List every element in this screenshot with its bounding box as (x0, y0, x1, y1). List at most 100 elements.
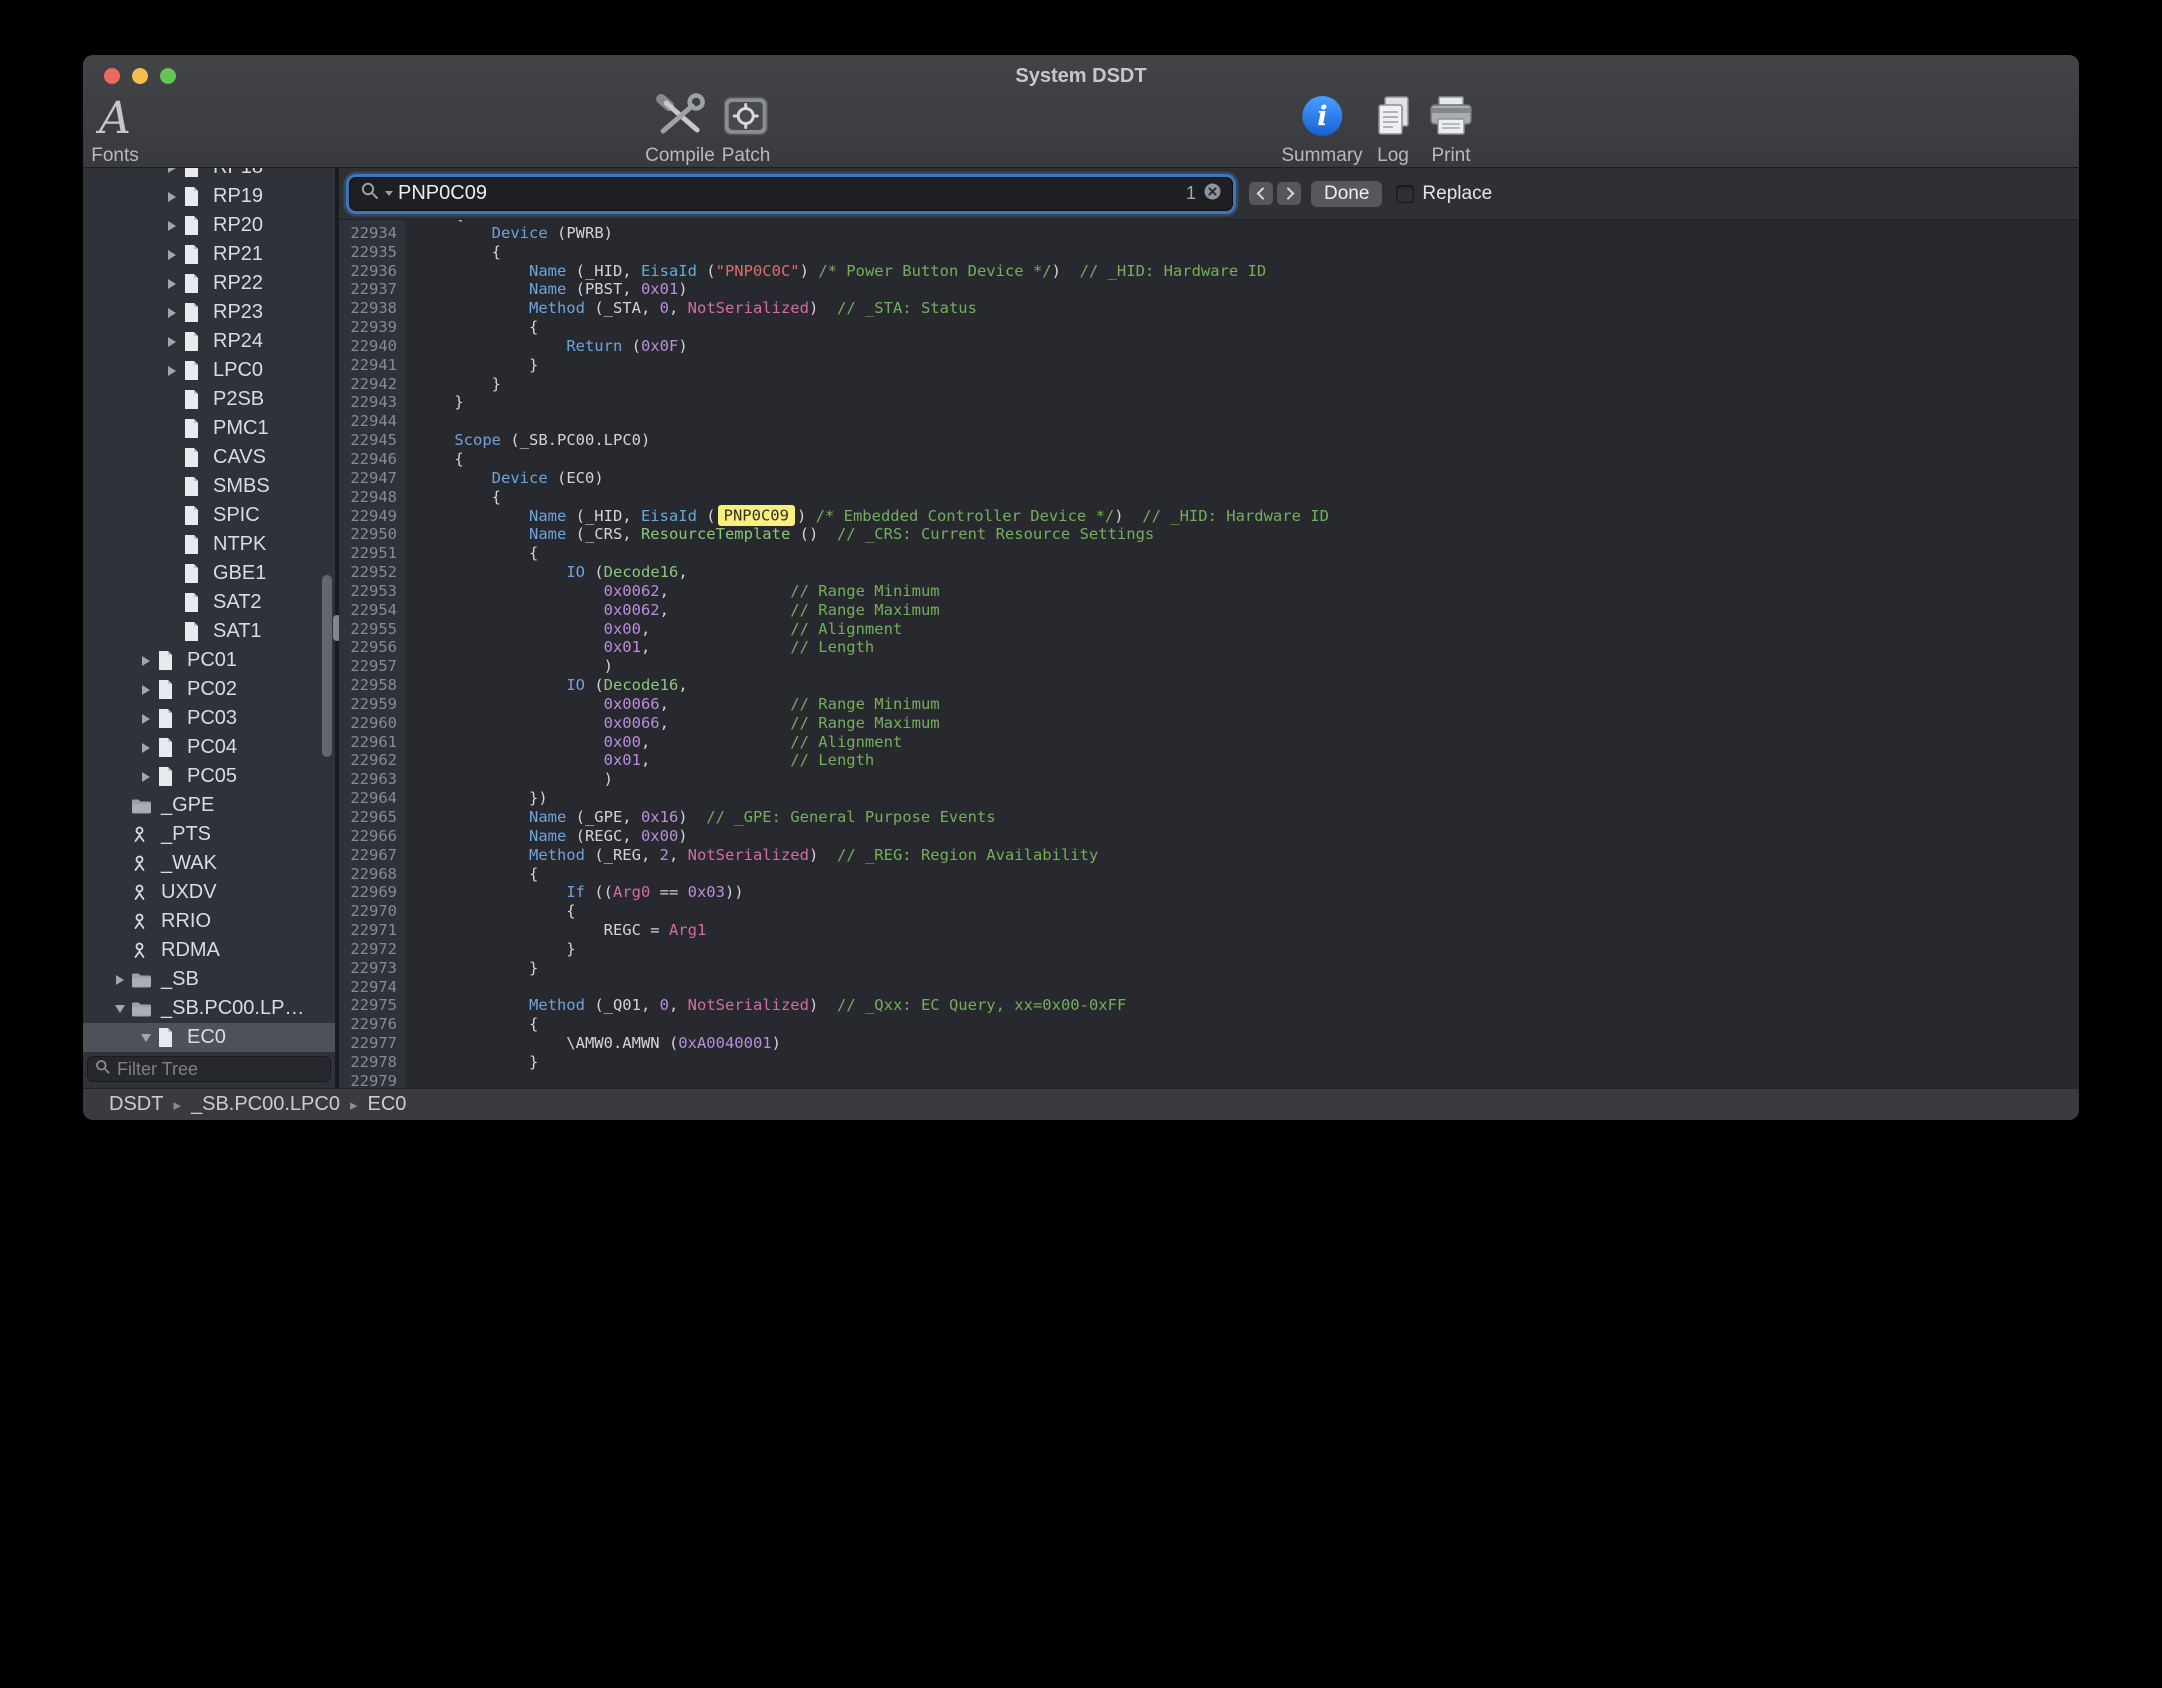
code-token: Method (529, 299, 585, 317)
sidebar-item-cavs[interactable]: CAVS (83, 443, 335, 472)
sidebar-item-gbe1[interactable]: GBE1 (83, 559, 335, 588)
toolbar-print-button[interactable]: Print (1428, 95, 1474, 167)
line-number: 22940 (339, 337, 405, 356)
sidebar-item-pc01[interactable]: PC01 (83, 646, 335, 675)
sidebar-item-rp23[interactable]: RP23 (83, 298, 335, 327)
toolbar-compile-button[interactable]: Compile (645, 95, 715, 167)
code-token: 0x0F (641, 337, 678, 355)
summary-info-icon: i (1300, 94, 1344, 144)
sidebar-item-rrio[interactable]: RRIO (83, 907, 335, 936)
sidebar-item-rp18[interactable]: RP18 (83, 168, 335, 182)
code-token: (_REG, (585, 846, 660, 864)
sidebar-scrollbar[interactable] (322, 575, 332, 757)
breadcrumb-item[interactable]: _SB.PC00.LPC0 (191, 1093, 340, 1116)
sidebar-item-rp20[interactable]: RP20 (83, 211, 335, 240)
toolbar-fonts-button[interactable]: A Fonts (91, 95, 139, 167)
sidebar-item-rp19[interactable]: RP19 (83, 182, 335, 211)
breadcrumb-item[interactable]: EC0 (368, 1093, 407, 1116)
disclosure-collapsed-icon[interactable] (135, 743, 157, 753)
code-line: 22967 Method (_REG, 2, NotSerialized) //… (339, 846, 2079, 865)
sidebar-item-rp24[interactable]: RP24 (83, 327, 335, 356)
code-token: (EC0) (548, 469, 604, 487)
sidebar-item-pc03[interactable]: PC03 (83, 704, 335, 733)
sidebar-item-pc05[interactable]: PC05 (83, 762, 335, 791)
toolbar-summary-button[interactable]: i Summary (1281, 95, 1362, 167)
code-token: NotSerialized (688, 996, 809, 1014)
code-line: 22943 } (339, 393, 2079, 412)
sidebar-item--wak[interactable]: _WAK (83, 849, 335, 878)
sidebar-item-pmc1[interactable]: PMC1 (83, 414, 335, 443)
app-window: System DSDT A Fonts Compile (83, 55, 2079, 1120)
sidebar-item-lpc0[interactable]: LPC0 (83, 356, 335, 385)
code-token: { (417, 488, 501, 506)
disclosure-collapsed-icon[interactable] (135, 772, 157, 782)
code-editor[interactable]: 1 Done (339, 168, 2079, 1088)
disclosure-collapsed-icon[interactable] (161, 308, 183, 318)
code-line: 22954 0x0062, // Range Maximum (339, 601, 2079, 620)
code-line: 22965 Name (_GPE, 0x16) // _GPE: General… (339, 808, 2079, 827)
disclosure-collapsed-icon[interactable] (161, 192, 183, 202)
sidebar-item-pc04[interactable]: PC04 (83, 733, 335, 762)
sidebar-item-sat1[interactable]: SAT1 (83, 617, 335, 646)
disclosure-collapsed-icon[interactable] (161, 366, 183, 376)
disclosure-collapsed-icon[interactable] (161, 337, 183, 347)
code-token: { (417, 450, 464, 468)
code-viewport[interactable]: 22933 {22934 Device (PWRB)22935 {22936 N… (339, 220, 2079, 1088)
sidebar-item--sb-pc00-lp-[interactable]: _SB.PC00.LP… (83, 994, 335, 1023)
sidebar-item-rp21[interactable]: RP21 (83, 240, 335, 269)
disclosure-collapsed-icon[interactable] (135, 656, 157, 666)
line-number: 22973 (339, 959, 405, 978)
filter-tree-input[interactable] (117, 1059, 335, 1080)
find-field[interactable]: 1 (349, 177, 1233, 211)
sidebar-item-uxdv[interactable]: UXDV (83, 878, 335, 907)
sidebar-item-ntpk[interactable]: NTPK (83, 530, 335, 559)
disclosure-collapsed-icon[interactable] (109, 975, 131, 985)
sidebar-item-p2sb[interactable]: P2SB (83, 385, 335, 414)
code-token: 0x00 (604, 733, 641, 751)
code-token (417, 808, 529, 826)
code-line: 22972 } (339, 940, 2079, 959)
doc-icon (183, 331, 209, 352)
sidebar-item--gpe[interactable]: _GPE (83, 791, 335, 820)
disclosure-collapsed-icon[interactable] (161, 279, 183, 289)
disclosure-collapsed-icon[interactable] (161, 250, 183, 260)
clear-search-icon[interactable] (1203, 182, 1222, 206)
replace-checkbox[interactable] (1396, 185, 1414, 203)
line-number: 22943 (339, 393, 405, 412)
sidebar-item-rdma[interactable]: RDMA (83, 936, 335, 965)
disclosure-collapsed-icon[interactable] (135, 685, 157, 695)
sidebar-item-rp22[interactable]: RP22 (83, 269, 335, 298)
find-next-button[interactable] (1277, 182, 1301, 205)
disclosure-expanded-icon[interactable] (109, 1005, 131, 1013)
code-token: If (566, 883, 585, 901)
code-line: 22941 } (339, 356, 2079, 375)
code-line: 22961 0x00, // Alignment (339, 733, 2079, 752)
sidebar-item-ec0[interactable]: EC0 (83, 1023, 335, 1052)
toolbar-log-button[interactable]: Log (1371, 95, 1415, 167)
find-input[interactable] (398, 182, 1181, 205)
toolbar-patch-button[interactable]: Patch (722, 95, 771, 167)
disclosure-collapsed-icon[interactable] (161, 221, 183, 231)
code-token: , (660, 714, 791, 732)
done-button[interactable]: Done (1311, 181, 1382, 207)
disclosure-collapsed-icon[interactable] (135, 714, 157, 724)
code-token: ( (585, 563, 604, 581)
code-line: 22977 \AMW0.AMWN (0xA0040001) (339, 1034, 2079, 1053)
disclosure-expanded-icon[interactable] (135, 1034, 157, 1042)
code-line: 22939 { (339, 318, 2079, 337)
find-previous-button[interactable] (1249, 182, 1273, 205)
sidebar-item-smbs[interactable]: SMBS (83, 472, 335, 501)
search-options-chevron-icon[interactable] (385, 191, 393, 196)
sidebar-item--pts[interactable]: _PTS (83, 820, 335, 849)
filter-tree-field[interactable] (87, 1056, 331, 1082)
disclosure-collapsed-icon[interactable] (161, 168, 183, 173)
line-number: 22959 (339, 695, 405, 714)
sidebar-item-spic[interactable]: SPIC (83, 501, 335, 530)
breadcrumb-item[interactable]: DSDT (109, 1093, 163, 1116)
code-token (417, 827, 529, 845)
line-number: 22962 (339, 751, 405, 770)
sidebar-item-pc02[interactable]: PC02 (83, 675, 335, 704)
sidebar-item-sat2[interactable]: SAT2 (83, 588, 335, 617)
sidebar-item--sb[interactable]: _SB (83, 965, 335, 994)
breadcrumb: DSDT▸_SB.PC00.LPC0▸EC0 (109, 1093, 406, 1116)
